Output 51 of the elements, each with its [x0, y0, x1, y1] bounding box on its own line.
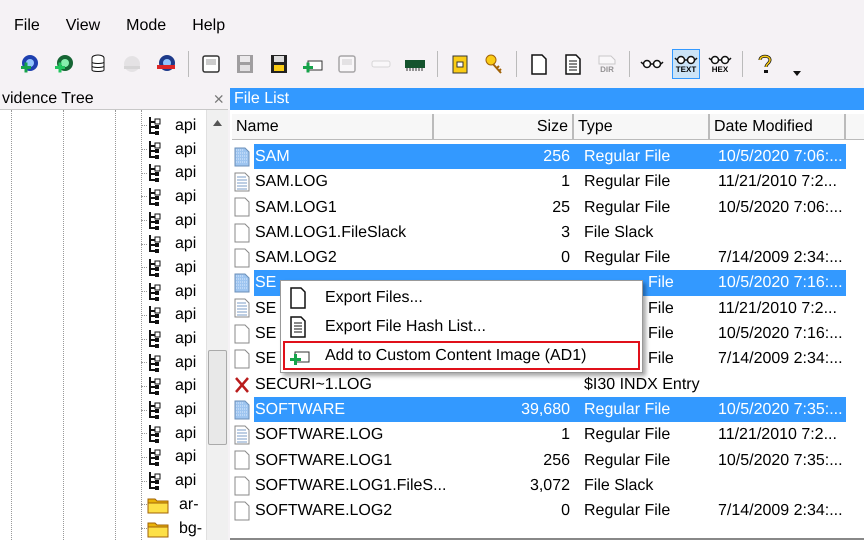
- table-cell: 256: [543, 148, 570, 165]
- table-cell: SAM.LOG1.FileSlack: [255, 224, 406, 241]
- table-cell: Regular File: [584, 173, 670, 190]
- table-cell: 256: [543, 452, 570, 469]
- table-cell: File Slack: [584, 476, 654, 494]
- table-cell: 7/14/2009 2:34:...: [718, 502, 843, 520]
- table-cell: 39,680: [521, 400, 570, 418]
- table-cell: Regular File: [584, 502, 670, 520]
- table-cell: 10/5/2020 7:35:...: [718, 452, 843, 469]
- table-cell: 10/5/2020 7:16:...: [718, 325, 843, 342]
- table-cell: 10/5/2020 7:06:...: [718, 198, 843, 216]
- table-cell: 3,072: [530, 476, 570, 494]
- table-cell: SECURI~1.LOG: [255, 376, 372, 393]
- panel-title: File List: [230, 88, 864, 110]
- table-cell: 1: [561, 173, 570, 190]
- table-cell: SAM.LOG1: [255, 198, 337, 216]
- table-cell: Regular File: [584, 148, 670, 165]
- table-cell: 10/5/2020 7:35:...: [718, 400, 843, 418]
- table-cell: 1: [561, 426, 570, 444]
- table-cell: 7/14/2009 2:34:...: [718, 350, 843, 368]
- table-cell: 7/14/2009 2:34:...: [718, 249, 843, 266]
- table-cell: File: [648, 300, 674, 317]
- table-cell: File: [648, 350, 674, 368]
- table-cell: 25: [552, 198, 570, 216]
- table-cell: SAM.LOG: [255, 173, 328, 190]
- table-cell: File: [648, 274, 674, 292]
- table-cell: SOFTWARE.LOG: [255, 426, 384, 444]
- table-cell: SOFTWARE: [255, 400, 346, 418]
- table-cell: Regular File: [584, 198, 670, 216]
- table-cell: $I30 INDX Entry: [584, 376, 700, 393]
- table-cell: SOFTWARE.LOG1.FileS...: [255, 476, 446, 494]
- table-cell: 3: [561, 224, 570, 241]
- table-cell: SOFTWARE.LOG2: [255, 502, 392, 520]
- table-cell: 11/21/2010 7:2...: [718, 300, 837, 317]
- table-cell: File Slack: [584, 224, 654, 241]
- panel-title: vidence Tree: [1, 88, 95, 108]
- table-cell: File: [648, 325, 674, 342]
- table-cell: SAM: [255, 148, 290, 165]
- table-cell: Regular File: [584, 249, 670, 266]
- table-cell: 0: [561, 249, 570, 266]
- table-cell: SAM.LOG2: [255, 249, 337, 266]
- table-cell: 10/5/2020 7:16:...: [718, 274, 843, 292]
- table-cell: 10/5/2020 7:06:...: [718, 148, 843, 165]
- table-cell: SE: [255, 274, 276, 292]
- table-cell: 11/21/2010 7:2...: [718, 173, 837, 190]
- table-cell: Regular File: [584, 400, 670, 418]
- table-cell: SOFTWARE.LOG1: [255, 452, 392, 469]
- table-cell: 11/21/2010 7:2...: [718, 426, 837, 444]
- table-cell: Regular File: [584, 426, 670, 444]
- table-cell: Regular File: [584, 452, 670, 469]
- table-cell: 0: [561, 502, 570, 520]
